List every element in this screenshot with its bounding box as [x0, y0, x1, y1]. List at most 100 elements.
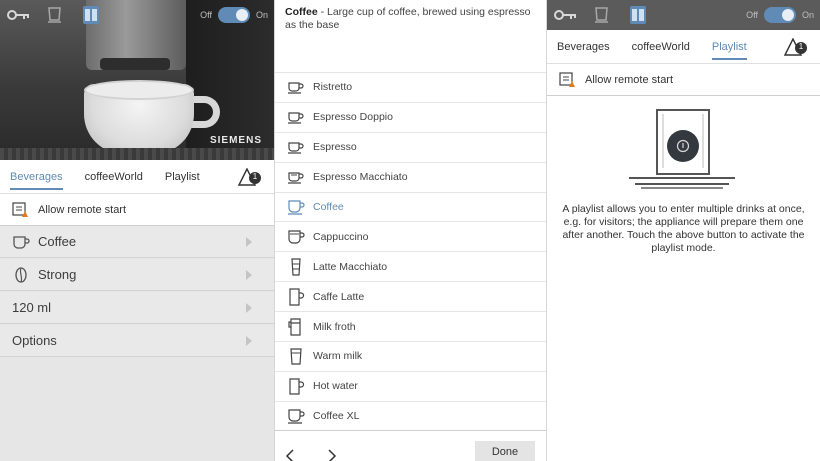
beverage-label: Espresso Macchiato — [313, 171, 408, 184]
bean-icon — [15, 266, 27, 283]
beverage-label: Espresso — [313, 141, 357, 154]
chevron-right-icon — [246, 237, 252, 247]
glass-icon — [290, 348, 302, 366]
beverage-item-coffee-xl[interactable]: Coffee XL — [275, 400, 546, 431]
setting-label: Coffee — [38, 234, 77, 249]
allow-remote-start-row[interactable]: Allow remote start — [0, 194, 274, 226]
espresso-cup-icon — [288, 112, 304, 124]
beverage-label: Latte Macchiato — [313, 260, 388, 273]
glass-icon — [291, 258, 301, 276]
tablet-icon[interactable] — [78, 4, 104, 26]
beverage-label: Caffe Latte — [313, 290, 365, 303]
tab-playlist[interactable]: Playlist — [165, 160, 200, 194]
beverage-label: Ristretto — [313, 81, 353, 94]
machine-spout — [100, 58, 170, 70]
mug-icon — [289, 378, 305, 395]
playlist-start-button[interactable] — [667, 130, 699, 162]
beverage-item-coffee[interactable]: Coffee — [275, 191, 546, 222]
beverage-item-warm-milk[interactable]: Warm milk — [275, 341, 546, 371]
chevron-right-icon — [246, 270, 252, 280]
done-button[interactable]: Done — [475, 441, 535, 461]
beverage-list: Ristretto Espresso Doppio Espresso Espre… — [275, 72, 546, 431]
setting-label: 120 ml — [12, 300, 52, 315]
beverage-description: Coffee - Large cup of coffee, brewed usi… — [285, 6, 540, 32]
toggle-off-label: Off — [200, 10, 212, 20]
beverage-label: Warm milk — [313, 350, 363, 363]
cup-icon[interactable] — [589, 4, 615, 26]
alert-icon[interactable]: 1 — [237, 167, 261, 186]
key-icon[interactable] — [553, 4, 579, 26]
alert-count: 1 — [798, 42, 804, 51]
chevron-left-icon[interactable] — [285, 449, 295, 461]
top-toolbar: Off On — [547, 0, 820, 30]
beverage-list-panel: Coffee - Large cup of coffee, brewed usi… — [274, 0, 547, 461]
beverage-item-ristretto[interactable]: Ristretto — [275, 72, 546, 102]
chevron-right-icon[interactable] — [327, 449, 337, 461]
playlist-description: A playlist allows you to enter multiple … — [562, 203, 805, 254]
beverage-settings-panel: SIEMENS Off On Beverages coffeeWorld Pla… — [0, 0, 274, 461]
remote-start-label: Allow remote start — [38, 203, 127, 216]
power-toggle-group: Off On — [746, 7, 814, 23]
setting-label: Strong — [38, 267, 77, 282]
cappuccino-cup-icon — [288, 230, 305, 244]
beverage-item-espresso-doppio[interactable]: Espresso Doppio — [275, 101, 546, 132]
cup-icon — [13, 235, 30, 249]
beverage-label: Milk froth — [313, 320, 356, 333]
beverage-item-latte-macchiato[interactable]: Latte Macchiato — [275, 251, 546, 281]
tab-beverages[interactable]: Beverages — [10, 160, 63, 194]
remote-start-icon — [559, 71, 575, 87]
tab-bar: Beverages coffeeWorld Playlist 1 — [0, 160, 274, 194]
beverage-item-caffe-latte[interactable]: Caffe Latte — [275, 281, 546, 311]
setting-row-beverage[interactable]: Coffee — [0, 226, 274, 258]
power-toggle[interactable] — [763, 7, 796, 23]
coffee-cup-icon — [288, 200, 305, 215]
espresso-cup-icon — [288, 172, 304, 184]
beverage-item-espresso[interactable]: Espresso — [275, 131, 546, 162]
beverage-name: Coffee — [285, 6, 318, 18]
remote-start-label: Allow remote start — [585, 73, 674, 86]
beverage-label: Cappuccino — [313, 230, 369, 243]
power-icon — [676, 139, 690, 153]
toggle-knob — [235, 9, 248, 21]
tab-coffeeworld[interactable]: coffeeWorld — [85, 160, 143, 194]
beverage-item-hot-water[interactable]: Hot water — [275, 370, 546, 401]
toggle-on-label: On — [255, 10, 268, 20]
power-toggle-group: Off On — [200, 7, 268, 23]
tab-coffeeworld[interactable]: coffeeWorld — [632, 30, 690, 64]
power-toggle[interactable] — [217, 7, 250, 23]
beverage-item-cappuccino[interactable]: Cappuccino — [275, 221, 546, 251]
beverage-label: Hot water — [313, 380, 358, 393]
beverage-label: Coffee XL — [313, 410, 360, 423]
coffee-cup-icon — [288, 409, 305, 424]
tab-playlist[interactable]: Playlist — [711, 30, 747, 64]
alert-count: 1 — [252, 172, 258, 181]
tablet-icon[interactable] — [625, 4, 651, 26]
toggle-on-label: On — [801, 10, 814, 20]
allow-remote-start-row[interactable]: Allow remote start — [547, 64, 820, 96]
key-icon[interactable] — [6, 4, 32, 26]
brand-logo: SIEMENS — [209, 135, 262, 146]
cup-rim — [84, 80, 194, 100]
chevron-right-icon — [246, 303, 252, 313]
espresso-cup-icon — [288, 142, 304, 154]
beverage-item-espresso-macchiato[interactable]: Espresso Macchiato — [275, 161, 546, 192]
tab-beverages[interactable]: Beverages — [557, 30, 610, 64]
jug-icon — [288, 317, 301, 336]
chevron-right-icon — [246, 336, 252, 346]
alert-icon[interactable]: 1 — [783, 37, 807, 56]
espresso-cup-icon — [288, 82, 304, 95]
setting-row-volume[interactable]: 120 ml — [0, 292, 274, 324]
tab-bar: Beverages coffeeWorld Playlist 1 — [547, 30, 820, 64]
setting-row-strength[interactable]: Strong — [0, 259, 274, 291]
toggle-off-label: Off — [746, 10, 758, 20]
remote-start-icon — [12, 201, 28, 217]
cup-icon[interactable] — [42, 4, 68, 26]
setting-row-options[interactable]: Options — [0, 325, 274, 357]
top-toolbar: Off On — [0, 0, 274, 30]
drip-tray — [0, 148, 274, 160]
setting-label: Options — [12, 333, 57, 348]
beverage-label: Espresso Doppio — [313, 111, 393, 124]
mug-icon — [289, 288, 305, 306]
beverage-description-text: - Large cup of coffee, brewed using espr… — [285, 6, 531, 31]
beverage-item-milk-froth[interactable]: Milk froth — [275, 311, 546, 341]
